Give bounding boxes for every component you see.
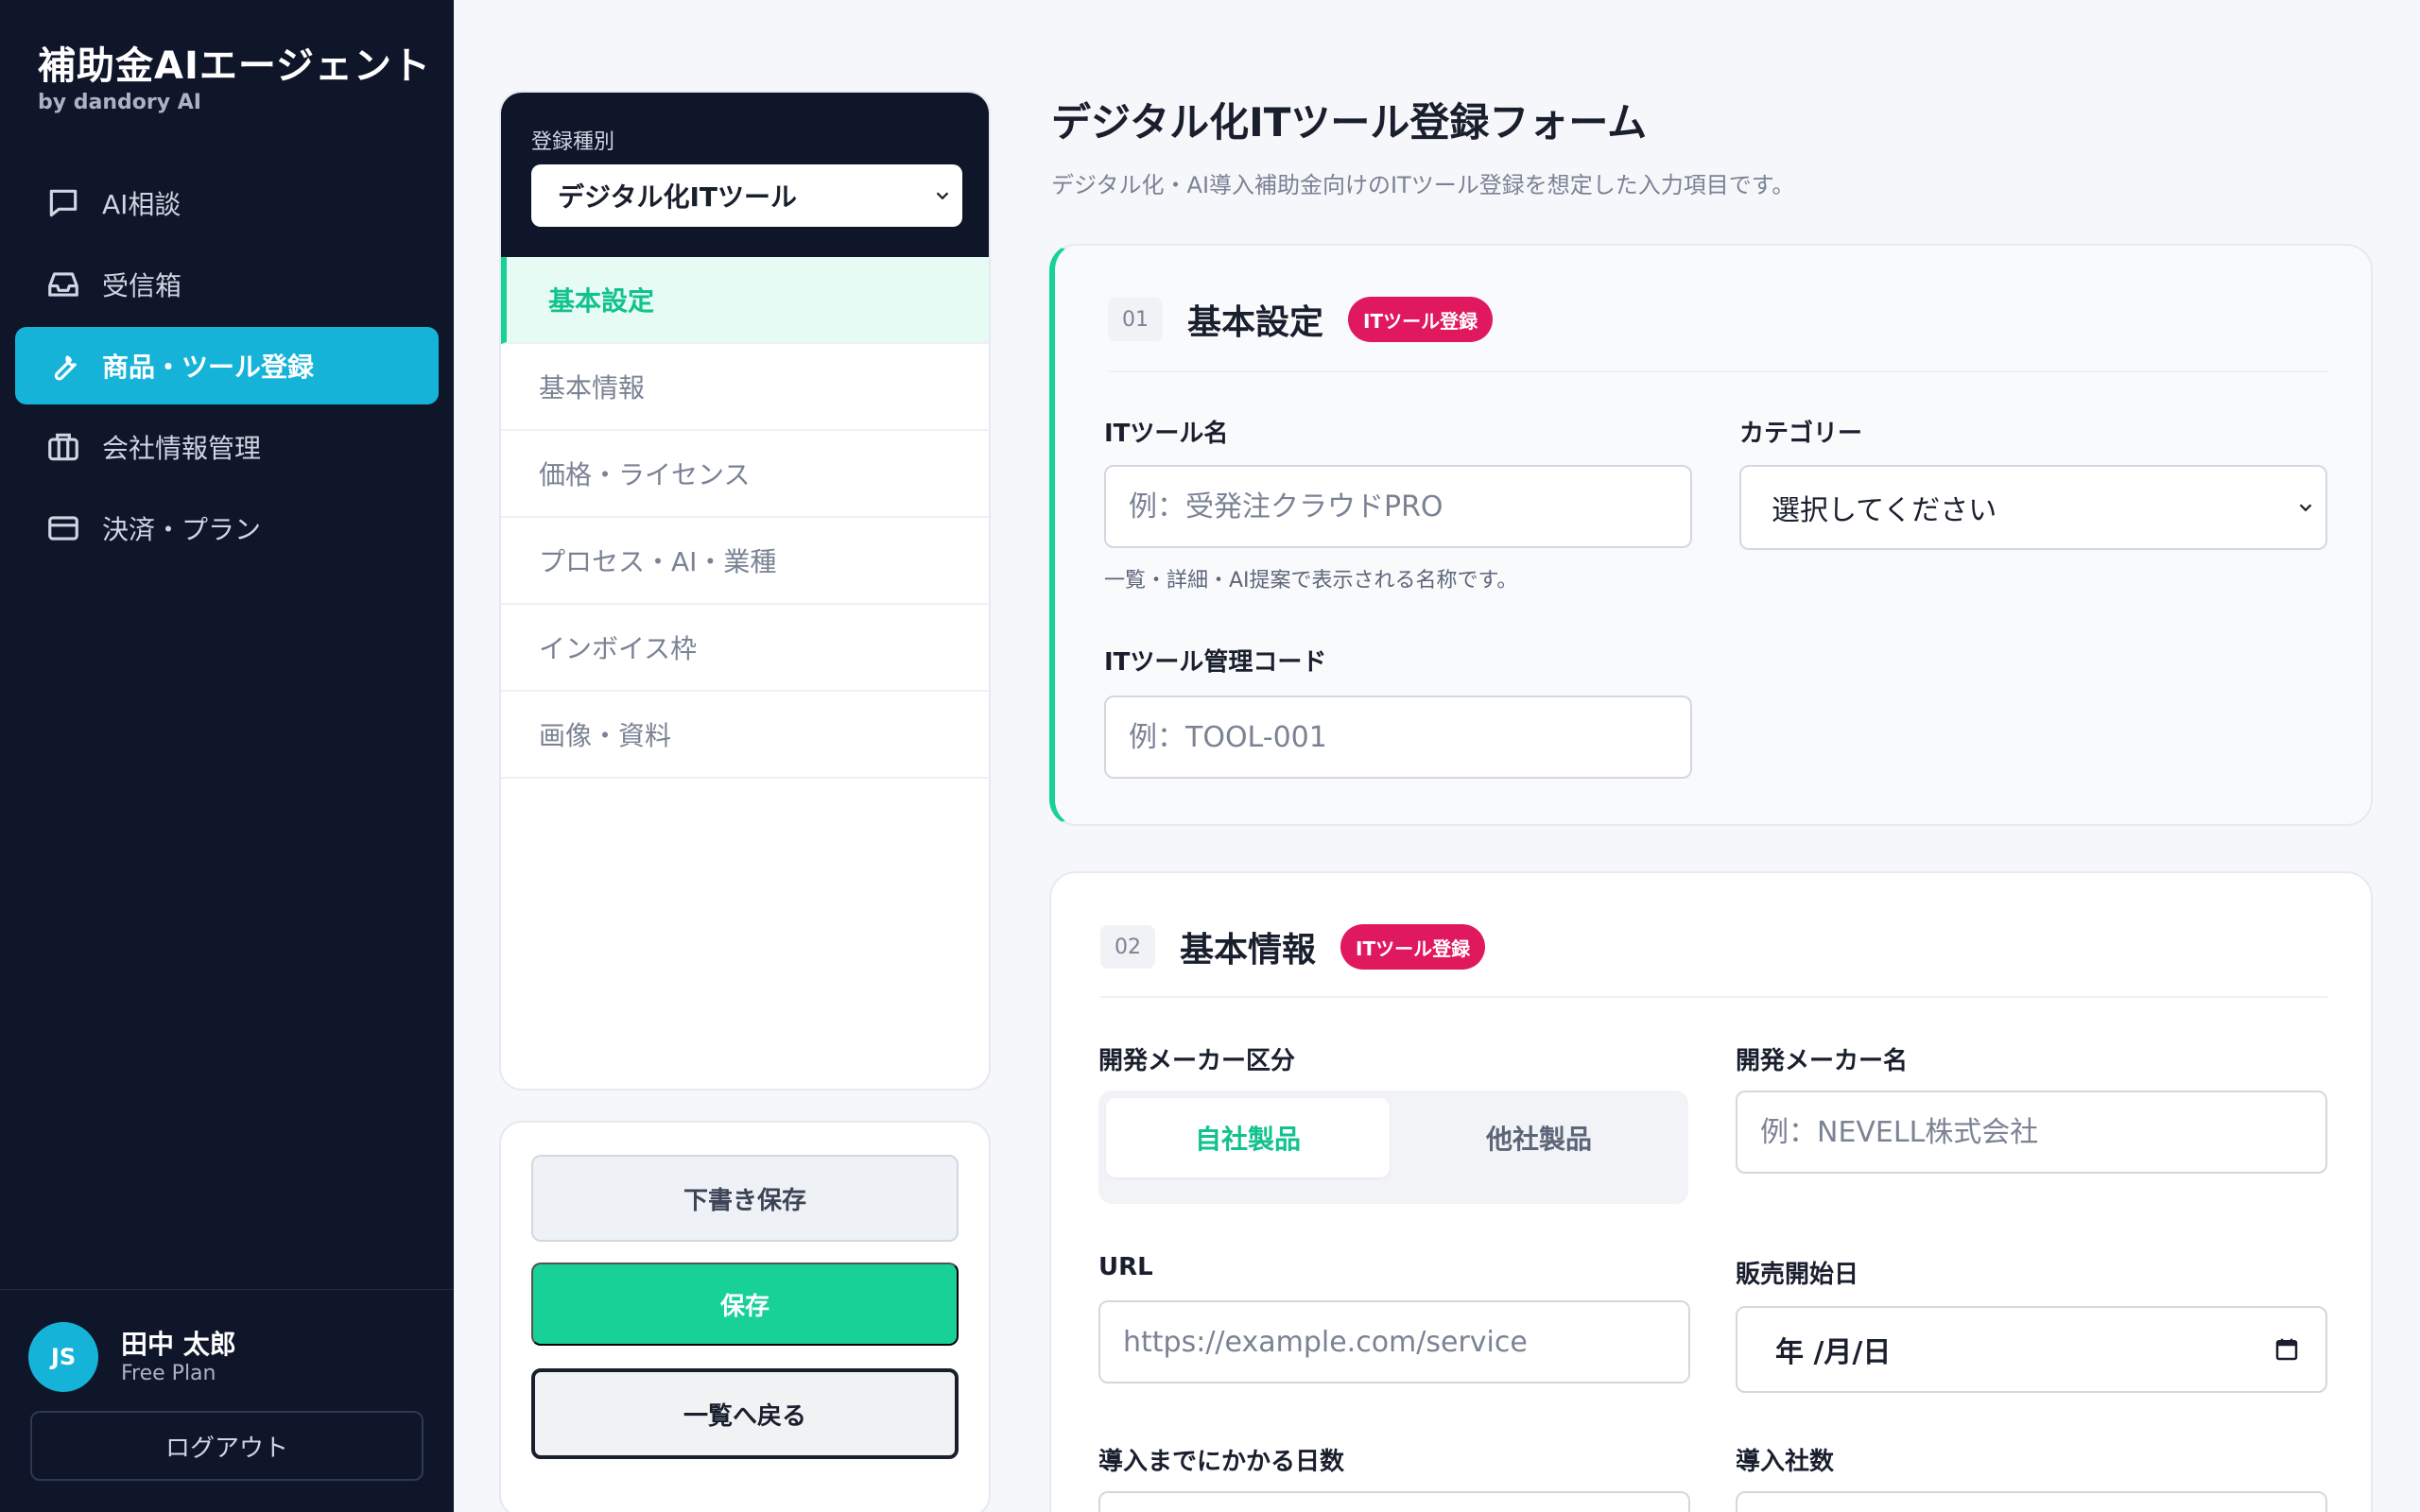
registration-type-value: デジタル化ITツール: [558, 181, 797, 213]
page-description: デジタル化・AI導入補助金向けのITツール登録を想定した入力項目です。: [1051, 172, 1795, 198]
section-item-invoice[interactable]: インボイス枠: [501, 605, 989, 692]
nav-item-label: 決済・プラン: [102, 514, 262, 545]
brand: 補助金AIエージェント by dandory AI: [38, 42, 431, 114]
maker-name-input[interactable]: [1736, 1091, 2327, 1174]
nav-item-label: 会社情報管理: [102, 433, 262, 464]
chevron-down-icon: [2299, 504, 2312, 512]
page-title: デジタル化ITツール登録フォーム: [1051, 99, 1648, 146]
divider: [1100, 996, 2327, 998]
action-panel: 下書き保存 保存 一覧へ戻る: [499, 1121, 991, 1512]
tag-badge: ITツール登録: [1340, 924, 1486, 970]
divider: [1108, 370, 2327, 372]
companies-input[interactable]: [1736, 1491, 2327, 1512]
maker-type-own-option[interactable]: 自社製品: [1106, 1098, 1390, 1177]
card-title: 基本設定: [1187, 303, 1324, 342]
section-item-basic-settings[interactable]: 基本設定: [501, 257, 989, 344]
release-date-label: 販売開始日: [1736, 1261, 1859, 1289]
section-item-basic-info[interactable]: 基本情報: [501, 344, 989, 431]
sidebar: 補助金AIエージェント by dandory AI AI相談 受信箱 商品・ツー…: [0, 0, 454, 1512]
avatar: JS: [28, 1322, 98, 1392]
credit-card-icon: [48, 516, 78, 541]
nav-item-label: AI相談: [102, 189, 182, 220]
chat-icon: [49, 189, 78, 217]
section-item-images[interactable]: 画像・資料: [501, 692, 989, 779]
maker-name-label: 開発メーカー名: [1736, 1047, 1909, 1075]
tool-name-label: ITツール名: [1104, 420, 1229, 448]
release-date-input[interactable]: 年 /月/日: [1736, 1306, 2327, 1393]
tool-code-label: ITツール管理コード: [1104, 648, 1327, 677]
nav-item-company-info[interactable]: 会社情報管理: [15, 408, 439, 486]
section-item-pricing[interactable]: 価格・ライセンス: [501, 431, 989, 518]
inbox-icon: [48, 272, 78, 297]
main-nav: AI相談 受信箱 商品・ツール登録 会社情報管理 決済・プラン: [15, 164, 439, 571]
nav-item-ai-consult[interactable]: AI相談: [15, 164, 439, 242]
companies-label: 導入社数: [1736, 1448, 1835, 1476]
url-label: URL: [1098, 1253, 1153, 1281]
section-item-process[interactable]: プロセス・AI・業種: [501, 518, 989, 605]
section-number: 02: [1100, 925, 1155, 969]
tag-badge: ITツール登録: [1348, 297, 1494, 342]
nav-item-billing[interactable]: 決済・プラン: [15, 490, 439, 567]
nav-item-product-tool[interactable]: 商品・ツール登録: [15, 327, 439, 404]
tool-code-input[interactable]: [1104, 696, 1692, 779]
registration-type-label: 登録種別: [531, 130, 615, 154]
section-nav-panel: 登録種別 デジタル化ITツール 基本設定 基本情報 価格・ライセンス プロセス・…: [499, 91, 991, 1091]
category-select[interactable]: 選択してください: [1739, 465, 2327, 550]
category-value: 選択してください: [1772, 494, 1997, 527]
user-plan: Free Plan: [121, 1362, 216, 1385]
maker-type-label: 開発メーカー区分: [1098, 1047, 1296, 1075]
brand-title: 補助金AIエージェント: [38, 44, 432, 88]
card-title: 基本情報: [1180, 931, 1317, 970]
calendar-icon[interactable]: [2273, 1335, 2301, 1364]
card-basic-info: 02 基本情報 ITツール登録 開発メーカー区分 自社製品 他社製品 開発メーカ…: [1049, 871, 2373, 1512]
user-name: 田中 太郎: [121, 1329, 236, 1360]
back-to-list-button[interactable]: 一覧へ戻る: [531, 1368, 959, 1459]
brand-subtitle: by dandory AI: [38, 91, 201, 114]
briefcase-icon: [48, 433, 78, 461]
card-basic-settings: 01 基本設定 ITツール登録 ITツール名 一覧・詳細・AI提案で表示される名…: [1049, 244, 2373, 826]
lead-days-label: 導入までにかかる日数: [1098, 1448, 1345, 1476]
category-label: カテゴリー: [1739, 420, 1863, 448]
maker-type-other-option[interactable]: 他社製品: [1397, 1098, 1681, 1177]
registration-type-header: 登録種別 デジタル化ITツール: [501, 93, 989, 257]
release-date-value: 年 /月/日: [1775, 1336, 1892, 1369]
save-button[interactable]: 保存: [531, 1263, 959, 1346]
card-header: 01 基本設定 ITツール登録: [1108, 295, 1494, 344]
nav-item-inbox[interactable]: 受信箱: [15, 246, 439, 323]
logout-button[interactable]: ログアウト: [30, 1411, 424, 1481]
save-draft-button[interactable]: 下書き保存: [531, 1155, 959, 1242]
chevron-down-icon: [936, 192, 949, 200]
card-header: 02 基本情報 ITツール登録: [1100, 922, 1486, 971]
tool-name-hint: 一覧・詳細・AI提案で表示される名称です。: [1104, 569, 1518, 593]
maker-type-toggle: 自社製品 他社製品: [1098, 1091, 1688, 1204]
wrench-icon: [54, 355, 77, 381]
tool-name-input[interactable]: [1104, 465, 1692, 548]
url-input[interactable]: [1098, 1300, 1690, 1383]
user-area: JS 田中 太郎 Free Plan ログアウト: [0, 1289, 454, 1512]
nav-item-label: 受信箱: [102, 270, 182, 301]
lead-days-input[interactable]: [1098, 1491, 1690, 1512]
nav-item-label: 商品・ツール登録: [102, 352, 315, 383]
section-number: 01: [1108, 298, 1163, 341]
registration-type-select[interactable]: デジタル化ITツール: [531, 164, 962, 227]
